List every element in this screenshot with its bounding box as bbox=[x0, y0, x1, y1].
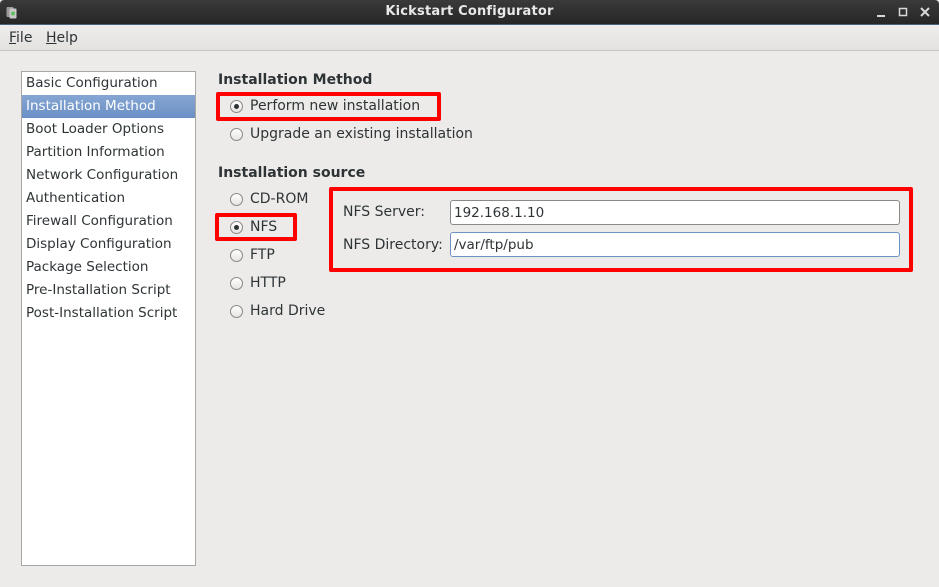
sidebar-item-package-selection[interactable]: Package Selection bbox=[22, 256, 195, 279]
radio-upgrade-existing-installation[interactable]: Upgrade an existing installation bbox=[230, 126, 473, 142]
nfs-server-label: NFS Server: bbox=[343, 204, 425, 220]
menu-help-label: elp bbox=[56, 30, 78, 46]
section-list: Basic Configuration Installation Method … bbox=[21, 71, 196, 566]
radio-button[interactable] bbox=[230, 248, 243, 262]
minimize-icon[interactable] bbox=[874, 5, 888, 19]
sidebar-item-boot-loader-options[interactable]: Boot Loader Options bbox=[22, 118, 195, 141]
window-title: Kickstart Configurator bbox=[385, 4, 554, 19]
window-titlebar: Kickstart Configurator bbox=[0, 0, 939, 25]
radio-source-cdrom[interactable]: CD-ROM bbox=[230, 191, 308, 207]
radio-label: FTP bbox=[250, 247, 275, 263]
menu-help[interactable]: Help bbox=[46, 30, 78, 46]
sidebar-item-installation-method[interactable]: Installation Method bbox=[22, 95, 195, 118]
sidebar-item-pre-installation-script[interactable]: Pre-Installation Script bbox=[22, 279, 195, 302]
radio-perform-new-installation[interactable]: Perform new installation bbox=[230, 98, 420, 114]
radio-label: Hard Drive bbox=[250, 303, 326, 319]
nfs-directory-input[interactable] bbox=[450, 232, 900, 257]
menu-file-label: ile bbox=[16, 30, 33, 46]
sidebar-item-display-configuration[interactable]: Display Configuration bbox=[22, 233, 195, 256]
sidebar-item-network-configuration[interactable]: Network Configuration bbox=[22, 164, 195, 187]
radio-button-checked[interactable] bbox=[230, 220, 243, 234]
radio-button[interactable] bbox=[230, 192, 243, 206]
radio-label: CD-ROM bbox=[250, 191, 309, 207]
maximize-icon[interactable] bbox=[896, 5, 910, 19]
sidebar-item-authentication[interactable]: Authentication bbox=[22, 187, 195, 210]
nfs-server-input[interactable] bbox=[450, 200, 900, 225]
radio-button[interactable] bbox=[230, 276, 243, 290]
radio-button[interactable] bbox=[230, 127, 243, 141]
sidebar-item-basic-configuration[interactable]: Basic Configuration bbox=[22, 72, 195, 95]
menu-help-mnemonic: H bbox=[46, 30, 57, 46]
radio-source-hard-drive[interactable]: Hard Drive bbox=[230, 303, 325, 319]
radio-label: HTTP bbox=[250, 275, 286, 291]
radio-button-checked[interactable] bbox=[230, 99, 243, 113]
radio-button[interactable] bbox=[230, 304, 243, 318]
menu-file[interactable]: File bbox=[9, 30, 32, 46]
installation-source-heading: Installation source bbox=[218, 165, 366, 181]
menubar: File Help bbox=[0, 25, 939, 51]
installation-method-heading: Installation Method bbox=[218, 72, 373, 88]
sidebar-item-post-installation-script[interactable]: Post-Installation Script bbox=[22, 302, 195, 325]
close-icon[interactable] bbox=[918, 5, 932, 19]
sidebar-item-partition-information[interactable]: Partition Information bbox=[22, 141, 195, 164]
radio-source-http[interactable]: HTTP bbox=[230, 275, 286, 291]
radio-label: Upgrade an existing installation bbox=[250, 126, 473, 142]
radio-source-ftp[interactable]: FTP bbox=[230, 247, 275, 263]
nfs-directory-label: NFS Directory: bbox=[343, 237, 443, 253]
radio-source-nfs[interactable]: NFS bbox=[230, 219, 277, 235]
radio-label: NFS bbox=[250, 219, 278, 235]
sidebar-item-firewall-configuration[interactable]: Firewall Configuration bbox=[22, 210, 195, 233]
radio-label: Perform new installation bbox=[250, 98, 421, 114]
menu-file-mnemonic: F bbox=[9, 30, 17, 46]
